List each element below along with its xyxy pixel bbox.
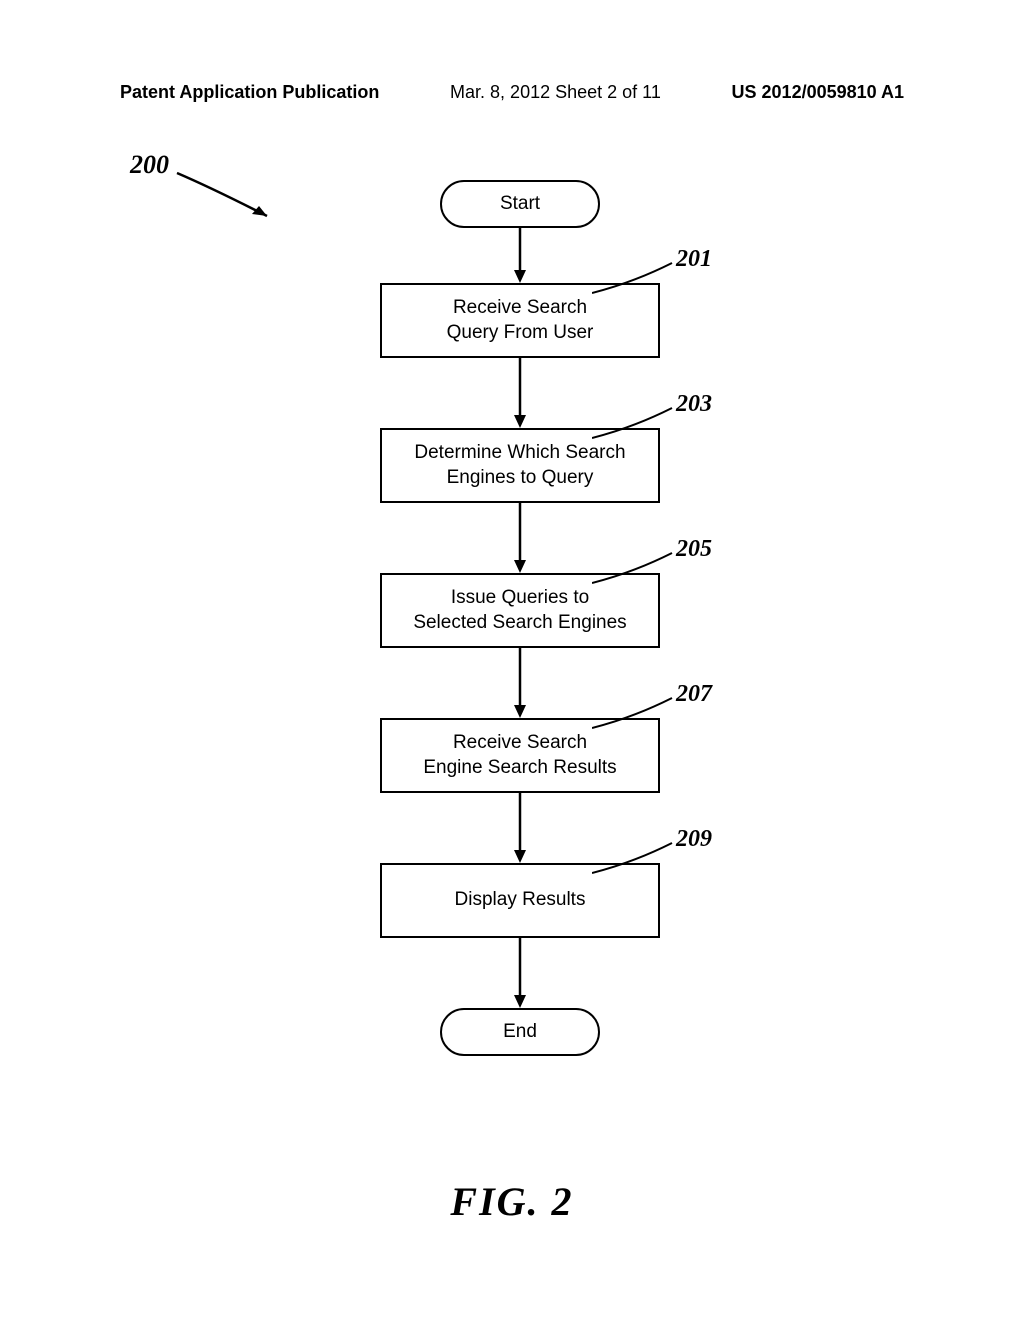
header-patent-number: US 2012/0059810 A1 xyxy=(732,82,904,103)
step-label-203: 203 xyxy=(676,391,712,418)
header-publication: Patent Application Publication xyxy=(120,82,379,103)
flowchart-container: Start Receive Search Query From User Det… xyxy=(310,180,730,1056)
start-label: Start xyxy=(500,193,540,215)
start-terminal: Start xyxy=(440,180,600,228)
figure-caption: FIG. 2 xyxy=(0,1178,1024,1225)
callout-arc-icon xyxy=(592,693,677,733)
arrow-connector xyxy=(310,938,730,1008)
header-date-sheet: Mar. 8, 2012 Sheet 2 of 11 xyxy=(450,82,661,103)
end-label: End xyxy=(503,1021,537,1043)
step-label-207: 207 xyxy=(676,681,712,708)
reference-arrow-icon xyxy=(172,168,282,223)
callout-arc-icon xyxy=(592,403,677,443)
step-label-209: 209 xyxy=(676,826,712,853)
callout-arc-icon xyxy=(592,258,677,298)
process-step-3-text: Issue Queries to Selected Search Engines xyxy=(413,586,626,635)
page-header: Patent Application Publication Mar. 8, 2… xyxy=(0,82,1024,103)
callout-arc-icon xyxy=(592,548,677,588)
end-terminal: End xyxy=(440,1008,600,1056)
process-step-1-text: Receive Search Query From User xyxy=(447,296,594,345)
figure-reference-number: 200 xyxy=(130,150,169,180)
process-step-5-text: Display Results xyxy=(455,888,586,913)
step-label-201: 201 xyxy=(676,246,712,273)
step-label-205: 205 xyxy=(676,536,712,563)
callout-arc-icon xyxy=(592,838,677,878)
process-step-4-text: Receive Search Engine Search Results xyxy=(423,731,616,780)
process-step-2-text: Determine Which Search Engines to Query xyxy=(414,441,625,490)
